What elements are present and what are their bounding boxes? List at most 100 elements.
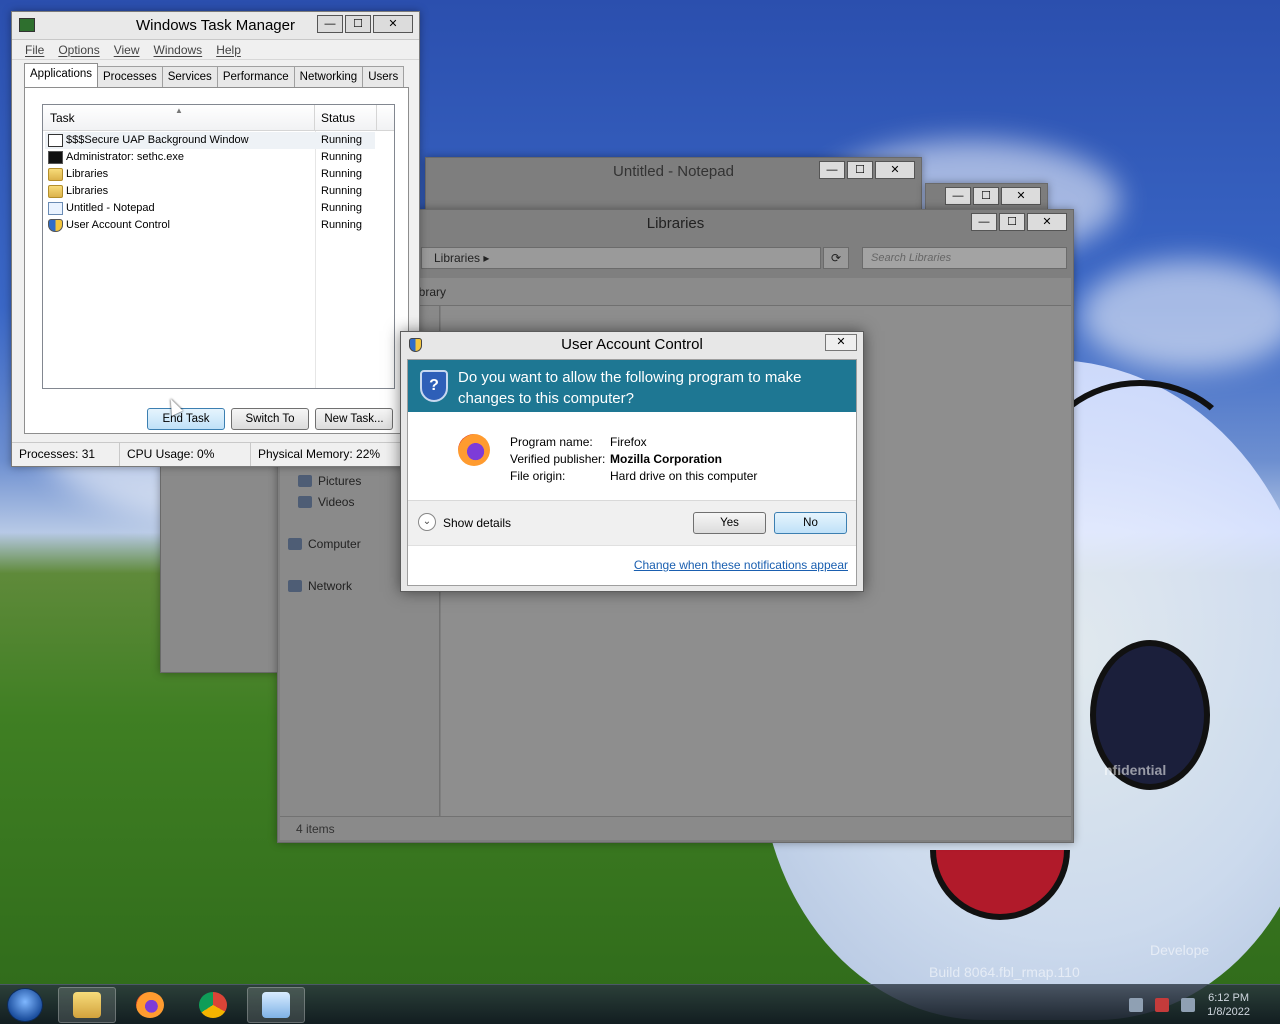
switch-to-button[interactable]: Switch To	[231, 408, 309, 430]
window-icon	[48, 134, 63, 147]
publisher-label: Verified publisher:	[510, 452, 606, 466]
dialog-title: User Account Control	[561, 336, 703, 353]
tab-users[interactable]: Users	[362, 66, 405, 87]
task-status: Running	[321, 219, 362, 231]
uac-question: Do you want to allow the following progr…	[458, 369, 802, 407]
show-details-toggle[interactable]: Show details	[443, 516, 511, 530]
file-origin-label: File origin:	[510, 469, 566, 483]
status-memory: Physical Memory: 22%	[258, 447, 381, 461]
notepad-window[interactable]: Untitled - Notepad — ☐ ✕	[425, 157, 922, 217]
menu-options[interactable]: Options	[51, 43, 106, 57]
maximize-button[interactable]: ☐	[345, 15, 371, 33]
chevron-down-icon[interactable]: ⌄	[418, 513, 436, 531]
sort-arrow-icon: ▲	[175, 106, 183, 115]
table-row[interactable]: Untitled - Notepad Running	[45, 200, 375, 217]
status-cpu: CPU Usage: 0%	[120, 443, 251, 466]
change-notifications-link[interactable]: Change when these notifications appear	[634, 558, 848, 572]
folder-icon	[48, 168, 63, 181]
close-button[interactable]: ✕	[1001, 187, 1041, 205]
tab-performance[interactable]: Performance	[216, 66, 295, 87]
yes-button[interactable]: Yes	[693, 512, 766, 534]
program-name-label: Program name:	[510, 435, 593, 449]
uac-actions: ⌄ Show details Yes No	[408, 501, 856, 545]
program-name-row: Program name: Firefox	[510, 434, 757, 451]
maximize-button[interactable]: ☐	[847, 161, 873, 179]
nav-item-label: Network	[308, 579, 353, 593]
taskbar-explorer[interactable]	[58, 987, 116, 1023]
no-button[interactable]: No	[774, 512, 847, 534]
task-list[interactable]: Task ▲ Status $$$Secure UAP Background W…	[42, 104, 395, 389]
tab-services[interactable]: Services	[161, 66, 218, 87]
close-button[interactable]: ✕	[875, 161, 915, 179]
window-controls: — ☐ ✕	[971, 213, 1067, 231]
clock[interactable]: 6:12 PM 1/8/2022	[1207, 991, 1250, 1019]
taskbar: 6:12 PM 1/8/2022	[0, 984, 1280, 1024]
nav-item-network[interactable]: Network	[288, 579, 352, 593]
uac-dialog[interactable]: User Account Control ✕ ? Do you want to …	[400, 331, 864, 592]
search-input[interactable]: Search Libraries	[862, 247, 1067, 269]
table-row[interactable]: $$$Secure UAP Background Window Running	[45, 132, 375, 149]
tab-networking[interactable]: Networking	[293, 66, 364, 87]
folder-icon	[48, 185, 63, 198]
watermark-text: nfidential	[1104, 762, 1167, 778]
firefox-icon	[136, 992, 164, 1018]
status-bar: 4 items	[280, 816, 1071, 840]
flag-icon[interactable]	[1155, 998, 1170, 1012]
file-origin-value: Hard drive on this computer	[610, 469, 758, 483]
task-status: Running	[321, 134, 362, 146]
menu-view[interactable]: View	[107, 43, 147, 57]
nav-item-videos[interactable]: Videos	[298, 495, 354, 509]
taskbar-firefox[interactable]	[121, 987, 179, 1023]
clock-date: 1/8/2022	[1207, 1006, 1250, 1018]
table-row[interactable]: User Account Control Running	[45, 217, 375, 234]
list-header: Task ▲ Status	[43, 105, 394, 131]
start-button[interactable]	[7, 988, 43, 1022]
network-icon[interactable]	[1181, 998, 1196, 1012]
address-bar[interactable]: Libraries ▸	[421, 247, 821, 269]
taskbar-chrome[interactable]	[184, 987, 242, 1023]
menu-windows[interactable]: Windows	[147, 43, 210, 57]
minimize-button[interactable]: —	[945, 187, 971, 205]
chevron-up-icon[interactable]	[1129, 998, 1144, 1012]
minimize-button[interactable]: —	[317, 15, 343, 33]
nav-item-pictures[interactable]: Pictures	[298, 474, 361, 488]
window-controls: — ☐ ✕	[317, 15, 413, 33]
nav-item-computer[interactable]: Computer	[288, 537, 361, 551]
table-row[interactable]: Libraries Running	[45, 166, 375, 183]
minimize-button[interactable]: —	[971, 213, 997, 231]
minimize-button[interactable]: —	[819, 161, 845, 179]
breadcrumb-libraries[interactable]: Libraries	[434, 251, 480, 265]
menu-help[interactable]: Help	[209, 43, 248, 57]
menu-file[interactable]: File	[18, 43, 51, 57]
refresh-icon[interactable]: ⟳	[823, 247, 849, 269]
title-bar: User Account Control ✕	[401, 332, 863, 358]
publisher-row: Verified publisher: Mozilla Corporation	[510, 451, 757, 468]
notepad-icon	[48, 202, 63, 215]
explorer-window-back[interactable]	[160, 463, 280, 673]
task-name: Libraries	[66, 185, 109, 197]
end-task-button[interactable]: End Task	[147, 408, 225, 430]
firefox-icon	[458, 434, 490, 466]
window-controls: — ☐ ✕	[819, 161, 915, 179]
system-tray: 6:12 PM 1/8/2022	[1129, 985, 1280, 1024]
task-name: User Account Control	[66, 219, 170, 231]
table-row[interactable]: Libraries Running	[45, 183, 375, 200]
maximize-button[interactable]: ☐	[999, 213, 1025, 231]
uac-shield-icon	[409, 338, 422, 352]
tab-processes[interactable]: Processes	[97, 66, 163, 87]
watermark-build: Build 8064.fbl_rmap.110	[929, 964, 1080, 980]
taskbar-notepad[interactable]	[247, 987, 305, 1023]
close-button[interactable]: ✕	[825, 334, 857, 351]
maximize-button[interactable]: ☐	[973, 187, 999, 205]
task-name: Libraries	[66, 168, 109, 180]
new-task-button[interactable]: New Task...	[315, 408, 393, 430]
tab-applications[interactable]: Applications	[24, 63, 99, 87]
close-button[interactable]: ✕	[373, 15, 413, 33]
task-manager-window[interactable]: Windows Task Manager — ☐ ✕ File Options …	[11, 11, 420, 467]
computer-icon	[288, 538, 302, 550]
task-name: Untitled - Notepad	[66, 202, 155, 214]
nav-item-label: Pictures	[318, 474, 362, 488]
table-row[interactable]: Administrator: sethc.exe Running	[45, 149, 375, 166]
close-button[interactable]: ✕	[1027, 213, 1067, 231]
column-header-status[interactable]: Status	[315, 105, 377, 131]
